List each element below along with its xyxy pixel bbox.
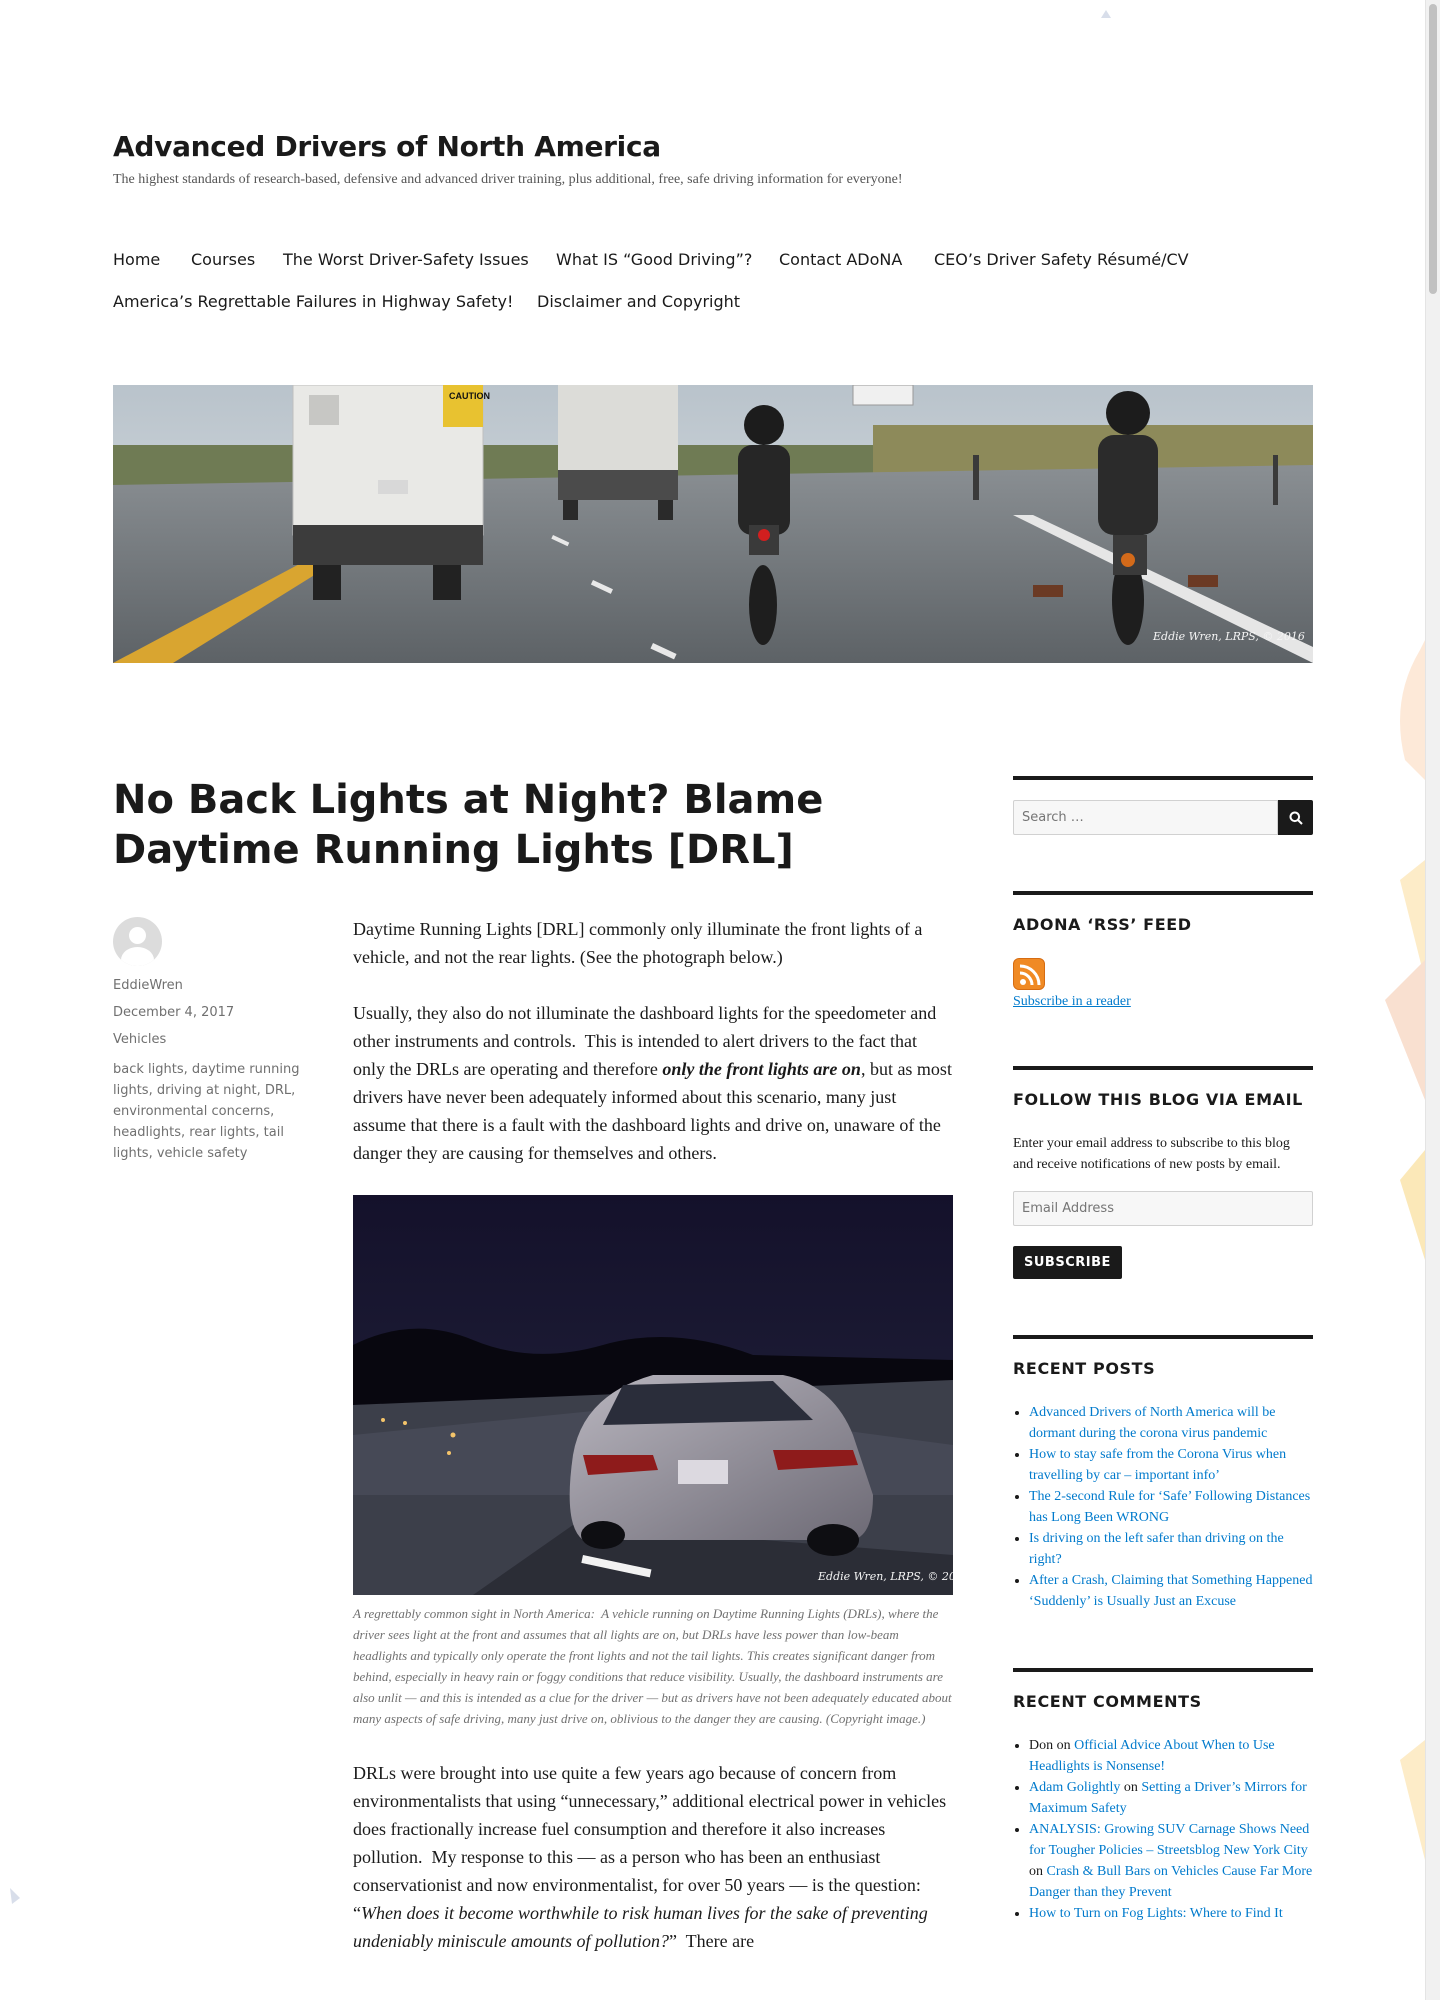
post-date-link[interactable]: December 4, 2017: [113, 1005, 303, 1020]
paragraph-1: Daytime Running Lights [DRL] commonly on…: [353, 919, 923, 967]
menu-item-regrettable-failures[interactable]: America’s Regrettable Failures in Highwa…: [113, 292, 513, 311]
recent-posts-widget: RECENT POSTS Advanced Drivers of North A…: [1013, 1335, 1313, 1612]
figure-caption: A regrettably common sight in North Amer…: [353, 1606, 952, 1726]
list-item: The 2-second Rule for ‘Safe’ Following D…: [1029, 1486, 1313, 1528]
caution-sign-label: CAUTION: [449, 391, 490, 401]
sidebar: ADONA ‘RSS’ FEED Subscribe in a reader F…: [1013, 776, 1313, 1980]
recent-posts-title: RECENT POSTS: [1013, 1359, 1156, 1378]
post-author-link[interactable]: EddieWren: [113, 978, 303, 993]
recent-post-link[interactable]: Is driving on the left safer than drivin…: [1029, 1531, 1284, 1567]
paragraph-3-text-a: DRLs were brought into use quite a few y…: [353, 1763, 947, 1923]
comment-on-text: on: [1053, 1738, 1075, 1753]
list-item: Advanced Drivers of North America will b…: [1029, 1402, 1313, 1444]
recent-post-link[interactable]: How to stay safe from the Corona Virus w…: [1029, 1447, 1286, 1483]
rss-widget-title: ADONA ‘RSS’ FEED: [1013, 915, 1192, 934]
recent-comments-title: RECENT COMMENTS: [1013, 1692, 1202, 1711]
header-banner-image[interactable]: CAUTION Eddie Wren, LRPS, © 2016: [113, 385, 1313, 663]
list-item: Is driving on the left safer than drivin…: [1029, 1528, 1313, 1570]
recent-comments-list: Don on Official Advice About When to Use…: [1013, 1735, 1313, 1924]
recent-post-link[interactable]: The 2-second Rule for ‘Safe’ Following D…: [1029, 1489, 1310, 1525]
list-item: Don on Official Advice About When to Use…: [1029, 1735, 1313, 1777]
scrollbar-thumb[interactable]: [1429, 4, 1437, 294]
recent-post-link[interactable]: After a Crash, Claiming that Something H…: [1029, 1573, 1312, 1609]
post-category-link[interactable]: Vehicles: [113, 1032, 303, 1047]
recent-posts-list: Advanced Drivers of North America will b…: [1013, 1402, 1313, 1612]
email-input[interactable]: [1013, 1191, 1313, 1226]
comment-post-link[interactable]: How to Turn on Fog Lights: Where to Find…: [1029, 1906, 1283, 1921]
list-item: How to stay safe from the Corona Virus w…: [1029, 1444, 1313, 1486]
comment-on-text: on: [1120, 1780, 1142, 1795]
follow-email-widget: FOLLOW THIS BLOG VIA EMAIL Enter your em…: [1013, 1066, 1313, 1279]
comment-post-link[interactable]: Crash & Bull Bars on Vehicles Cause Far …: [1029, 1864, 1312, 1900]
subscribe-button[interactable]: SUBSCRIBE: [1013, 1246, 1122, 1279]
post-meta: EddieWren December 4, 2017 Vehicles back…: [113, 917, 303, 1164]
list-item: ANALYSIS: Growing SUV Carnage Shows Need…: [1029, 1819, 1313, 1903]
paragraph-2-emphasis: only the front lights are on: [662, 1059, 861, 1079]
menu-item-ceo-resume[interactable]: CEO’s Driver Safety Résumé/CV: [934, 250, 1189, 269]
menu-item-worst-issues[interactable]: The Worst Driver-Safety Issues: [283, 250, 529, 269]
banner-watermark: Eddie Wren, LRPS, © 2016: [1152, 630, 1305, 643]
figure-watermark: Eddie Wren, LRPS, © 2017: [817, 1570, 953, 1583]
list-item: How to Turn on Fog Lights: Where to Find…: [1029, 1903, 1313, 1924]
post-title: No Back Lights at Night? Blame Daytime R…: [113, 777, 824, 873]
comment-author: Don: [1029, 1738, 1054, 1753]
comment-on-text: on: [1029, 1864, 1047, 1879]
rss-subscribe-link[interactable]: Subscribe in a reader: [1013, 994, 1131, 1010]
paragraph-3-emphasis: When does it become worthwhile to risk h…: [353, 1903, 928, 1951]
rss-widget: ADONA ‘RSS’ FEED Subscribe in a reader: [1013, 891, 1313, 1010]
browser-scrollbar[interactable]: [1425, 0, 1440, 2000]
rss-icon[interactable]: [1013, 958, 1045, 990]
search-button[interactable]: [1278, 800, 1313, 835]
follow-description: Enter your email address to subscribe to…: [1013, 1136, 1290, 1172]
list-item: After a Crash, Claiming that Something H…: [1029, 1570, 1313, 1612]
menu-item-disclaimer[interactable]: Disclaimer and Copyright: [537, 292, 740, 311]
search-widget: [1013, 776, 1313, 835]
menu-item-home[interactable]: Home: [113, 250, 160, 269]
search-icon: [1289, 811, 1303, 825]
paragraph-3-text-b: ” There are: [668, 1931, 755, 1951]
paragraph-2: Usually, they also do not illuminate the…: [353, 999, 953, 1167]
recent-comments-widget: RECENT COMMENTS Don on Official Advice A…: [1013, 1668, 1313, 1924]
author-avatar[interactable]: [113, 917, 162, 966]
post-content: Daytime Running Lights [DRL] commonly on…: [353, 915, 970, 1983]
list-item: Adam Golightly on Setting a Driver’s Mir…: [1029, 1777, 1313, 1819]
menu-item-courses[interactable]: Courses: [191, 250, 255, 269]
site-title[interactable]: Advanced Drivers of North America: [113, 130, 661, 163]
drl-car-photo[interactable]: Eddie Wren, LRPS, © 2017: [353, 1195, 970, 1595]
site-description: The highest standards of research-based,…: [113, 172, 903, 187]
comment-author-link[interactable]: ANALYSIS: Growing SUV Carnage Shows Need…: [1029, 1822, 1309, 1858]
paragraph-3: DRLs were brought into use quite a few y…: [353, 1759, 953, 1955]
search-form: [1013, 800, 1313, 835]
search-input[interactable]: [1013, 800, 1278, 835]
follow-widget-title: FOLLOW THIS BLOG VIA EMAIL: [1013, 1090, 1303, 1109]
menu-item-contact[interactable]: Contact ADoNA: [779, 250, 902, 269]
post-tags[interactable]: back lights, daytime running lights, dri…: [113, 1059, 303, 1164]
recent-post-link[interactable]: Advanced Drivers of North America will b…: [1029, 1405, 1275, 1441]
menu-item-good-driving[interactable]: What IS “Good Driving”?: [556, 250, 752, 269]
comment-author-link[interactable]: Adam Golightly: [1029, 1780, 1120, 1795]
background-decoration-left: [10, 1888, 20, 1904]
